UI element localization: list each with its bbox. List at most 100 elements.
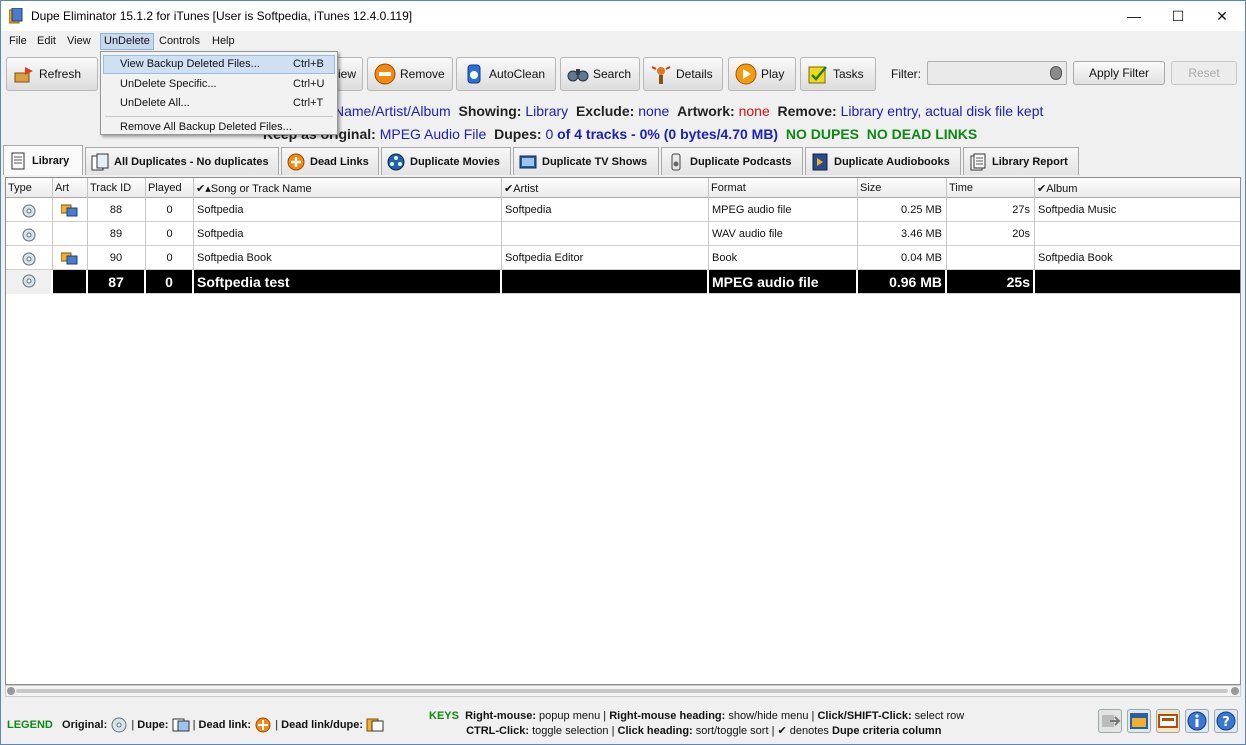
track-id-cell: 89 (88, 222, 146, 246)
report-icon (970, 153, 986, 170)
tab-library-report[interactable]: Library Report (963, 147, 1079, 175)
table-row[interactable]: 89 0 Softpedia WAV audio file 3.46 MB 20… (6, 222, 1240, 246)
filter-dropdown-icon[interactable] (1050, 66, 1062, 80)
tab-duplicate-podcasts[interactable]: Duplicate Podcasts (661, 147, 803, 175)
menu-item-undelete-all[interactable]: UnDelete All... Ctrl+T (103, 94, 335, 113)
menu-item-undelete-specific[interactable]: UnDelete Specific... Ctrl+U (103, 75, 335, 94)
col-type[interactable]: Type (6, 178, 53, 198)
song-cell: Softpedia (194, 198, 502, 222)
remove-mode-value: Library entry, actual disk file kept (840, 103, 1044, 119)
song-cell: Softpedia test (194, 270, 502, 294)
col-song[interactable]: ✔▴Song or Track Name (194, 178, 502, 198)
play-button[interactable]: Play (728, 57, 796, 91)
tab-duplicate-audiobooks-label: Duplicate Audiobooks (834, 155, 950, 168)
dupes-label: Dupes: (494, 126, 542, 142)
tab-library-label: Library (32, 154, 70, 167)
apply-filter-button[interactable]: Apply Filter (1073, 61, 1165, 85)
menu-item-remove-all-backup[interactable]: Remove All Backup Deleted Files... (103, 118, 335, 137)
tab-dead-links[interactable]: Dead Links (281, 147, 379, 175)
duplicates-icon (91, 153, 109, 170)
screen-icon[interactable] (1156, 709, 1180, 733)
dupe-icon (172, 718, 190, 732)
minimize-button[interactable]: — (1111, 1, 1157, 31)
window-icon[interactable] (1127, 709, 1151, 733)
export-icon[interactable] (1098, 709, 1122, 733)
menu-undelete[interactable]: UnDelete (100, 33, 154, 50)
filter-input[interactable] (927, 61, 1067, 85)
scroll-right-icon[interactable] (1231, 687, 1239, 695)
tab-library[interactable]: Library (3, 145, 83, 175)
col-time[interactable]: Time (947, 178, 1035, 198)
keys-help: KEYS Right-mouse: popup menu | Right-mou… (429, 709, 964, 739)
table-header: Type Art Track ID Played ✔▴Song or Track… (6, 178, 1240, 198)
remove-button[interactable]: Remove (367, 57, 453, 91)
col-artist[interactable]: ✔Artist (502, 178, 709, 198)
help-icon[interactable]: ? (1214, 709, 1238, 733)
col-art[interactable]: Art (53, 178, 88, 198)
key-right-mouse-heading: Right-mouse heading: (609, 710, 726, 722)
key-denotes: ✔ denotes (777, 725, 829, 737)
autoclean-label: AutoClean (489, 67, 546, 81)
search-button[interactable]: Search (560, 57, 640, 91)
horizontal-scrollbar[interactable] (5, 685, 1241, 697)
svg-text:?: ? (1222, 715, 1230, 730)
app-icon (9, 8, 23, 24)
menu-edit[interactable]: Edit (33, 33, 60, 50)
menu-file[interactable]: File (5, 33, 31, 50)
window-title: Dupe Eliminator 15.1.2 for iTunes [User … (31, 9, 413, 23)
table-row-selected[interactable]: 87 0 Softpedia test MPEG audio file 0.96… (6, 270, 1240, 294)
type-cell (6, 246, 53, 270)
col-format[interactable]: Format (709, 178, 858, 198)
format-cell: MPEG audio file (709, 198, 858, 222)
app-window: Dupe Eliminator 15.1.2 for iTunes [User … (0, 0, 1246, 745)
tab-dead-links-label: Dead Links (310, 155, 369, 168)
scrollbar-thumb[interactable] (16, 689, 1228, 693)
view-label: iew (337, 67, 356, 81)
tab-duplicate-tv-shows[interactable]: Duplicate TV Shows (513, 147, 659, 175)
menu-help[interactable]: Help (208, 33, 239, 50)
info-icon[interactable] (1185, 709, 1209, 733)
menu-item-undelete-all-shortcut: Ctrl+T (293, 97, 324, 109)
tab-library-report-label: Library Report (992, 155, 1068, 168)
legend-sep: | (192, 718, 196, 731)
time-cell (947, 246, 1035, 270)
maximize-button[interactable]: ☐ (1155, 1, 1201, 31)
legend-dead-link-dupe-label: Dead link/dupe: (281, 718, 364, 731)
tab-duplicate-movies[interactable]: Duplicate Movies (381, 147, 511, 175)
tracks-table: Type Art Track ID Played ✔▴Song or Track… (5, 177, 1241, 685)
close-button[interactable]: ✕ (1199, 1, 1245, 31)
table-row[interactable]: 90 0 Softpedia Book Softpedia Editor Boo… (6, 246, 1240, 270)
legend: LEGEND Original: | Dupe: | Dead link: | … (7, 717, 384, 733)
table-row[interactable]: 88 0 Softpedia Softpedia MPEG audio file… (6, 198, 1240, 222)
col-size[interactable]: Size (858, 178, 947, 198)
scroll-left-icon[interactable] (7, 687, 15, 695)
col-played[interactable]: Played (146, 178, 194, 198)
remove-icon (374, 63, 396, 85)
legend-sep: | (275, 718, 279, 731)
track-id-cell: 90 (88, 246, 146, 270)
col-track-id[interactable]: Track ID (88, 178, 146, 198)
tab-duplicate-audiobooks[interactable]: Duplicate Audiobooks (805, 147, 961, 175)
artist-cell: Softpedia Editor (502, 246, 709, 270)
refresh-button[interactable]: Refresh (6, 57, 98, 91)
col-album[interactable]: ✔Album (1035, 178, 1240, 198)
key-dupe-criteria: Dupe criteria column (832, 725, 942, 737)
cd-icon (22, 228, 36, 242)
track-id-cell: 87 (88, 270, 146, 294)
tasks-button[interactable]: Tasks (800, 57, 876, 91)
reset-button[interactable]: Reset (1171, 61, 1237, 85)
menu-item-undelete-all-label: UnDelete All... (120, 97, 190, 109)
menu-controls[interactable]: Controls (155, 33, 204, 50)
autoclean-icon (467, 64, 481, 84)
no-dead-links-badge: NO DEAD LINKS (866, 126, 978, 142)
cd-icon (22, 252, 36, 266)
autoclean-button[interactable]: AutoClean (456, 57, 556, 91)
menu-item-view-backup[interactable]: View Backup Deleted Files... Ctrl+B (103, 55, 335, 74)
keep-original-value: MPEG Audio File (379, 126, 487, 142)
details-button[interactable]: Details (643, 57, 723, 91)
search-label: Search (593, 67, 632, 81)
tab-all-duplicates[interactable]: All Duplicates - No duplicates (85, 147, 279, 175)
type-cell (6, 270, 53, 294)
menu-view[interactable]: View (63, 33, 95, 50)
artwork-icon (60, 252, 78, 265)
